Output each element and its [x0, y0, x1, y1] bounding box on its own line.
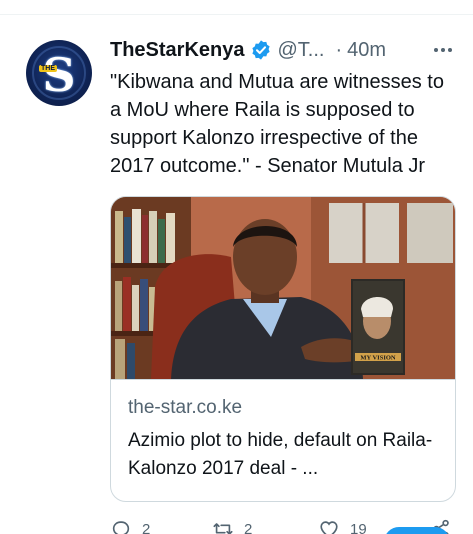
- more-options-icon[interactable]: [428, 38, 458, 62]
- avatar-letter: S: [42, 48, 76, 102]
- card-domain: the-star.co.ke: [128, 397, 243, 418]
- more-dot: [441, 48, 445, 52]
- card-title: Azimio plot to hide, default on Raila-Ka…: [128, 430, 433, 479]
- tweet-header: TheStarKenya @T... · 40m: [110, 36, 460, 64]
- more-dot: [448, 48, 452, 52]
- card-divider: [111, 379, 455, 380]
- like-count: 19: [350, 520, 367, 534]
- book-caption: MY VISION: [360, 355, 396, 362]
- compose-fab-button[interactable]: [384, 527, 450, 534]
- more-dot: [434, 48, 438, 52]
- card-image: MY VISION: [111, 197, 455, 379]
- retweet-icon: [213, 523, 233, 534]
- avatar-tag: THE: [39, 65, 57, 72]
- header-separator: ·: [335, 38, 343, 61]
- tweet-timestamp[interactable]: 40m: [347, 39, 386, 62]
- verified-badge-icon: [251, 40, 270, 60]
- tweet-text: "Kibwana and Mutua are witnesses to a Mo…: [110, 71, 444, 177]
- reply-icon: [112, 521, 130, 534]
- author-avatar[interactable]: S THE: [26, 40, 92, 106]
- like-button[interactable]: 19: [318, 518, 367, 534]
- author-name[interactable]: TheStarKenya: [110, 39, 245, 62]
- top-divider: [0, 14, 473, 15]
- author-handle[interactable]: @T...: [278, 39, 325, 62]
- link-card[interactable]: MY VISION the-star.co.ke Azimio plot to …: [110, 196, 456, 502]
- retweet-count: 2: [244, 520, 253, 534]
- like-icon: [320, 521, 338, 534]
- reply-button[interactable]: 2: [110, 518, 150, 534]
- reply-count: 2: [142, 520, 151, 534]
- retweet-button[interactable]: 2: [212, 518, 252, 534]
